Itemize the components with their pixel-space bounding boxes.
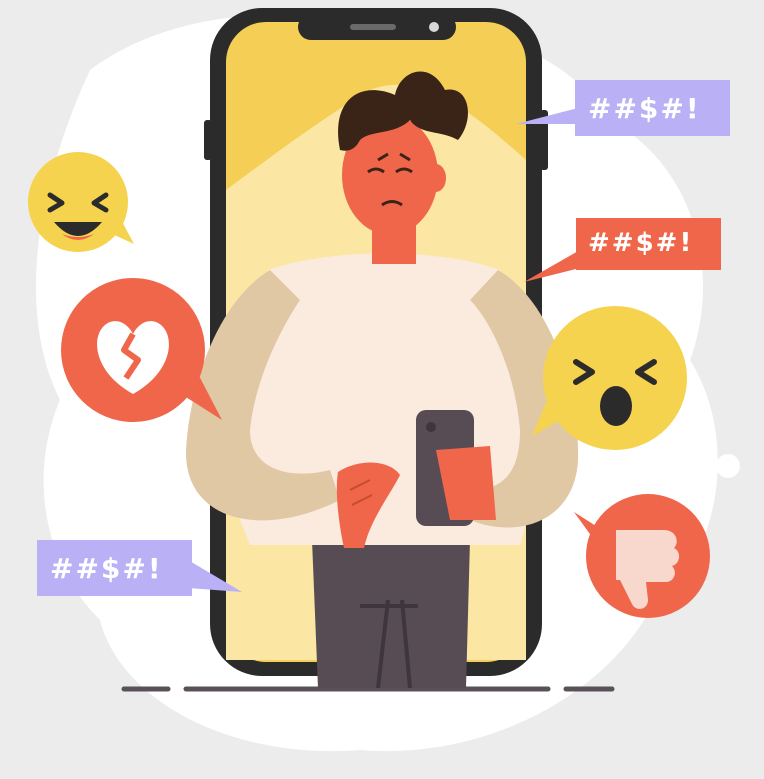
decor-dot: [102, 484, 112, 494]
speech-bubble-text-top-right: ##$#!: [588, 92, 701, 125]
speech-bubble-text-middle-right: ##$#!: [588, 228, 694, 258]
phone-speaker: [350, 24, 396, 30]
speech-bubble-text-bottom-left: ##$#!: [50, 552, 163, 585]
phone-camera: [429, 22, 439, 32]
decor-dot: [716, 454, 740, 478]
